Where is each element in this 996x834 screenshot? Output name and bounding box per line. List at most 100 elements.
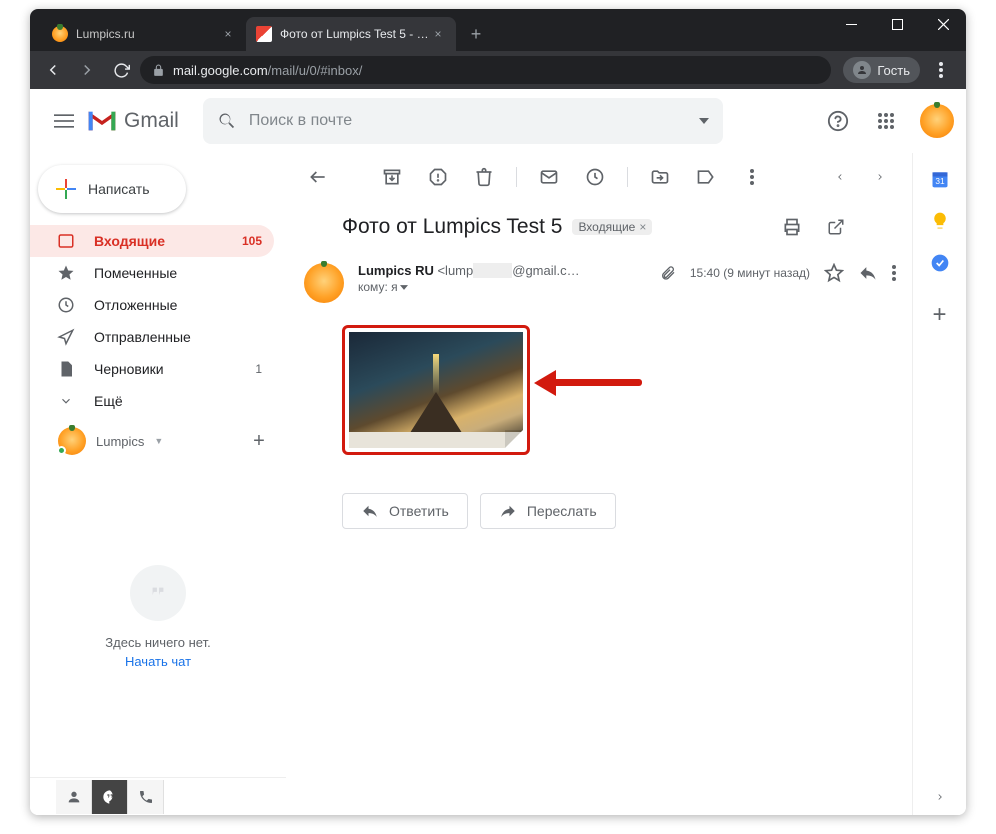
chevron-down-icon — [56, 394, 76, 408]
close-tab-icon[interactable]: × — [220, 27, 236, 41]
get-addons-button[interactable]: + — [932, 301, 946, 329]
message-toolbar — [286, 153, 912, 201]
address-bar[interactable]: mail.google.com/mail/u/0/#inbox/ — [140, 56, 831, 84]
browser-titlebar: Lumpics.ru × Фото от Lumpics Test 5 - lu… — [30, 9, 966, 51]
star-icon — [56, 264, 76, 282]
chevron-down-icon — [400, 285, 408, 290]
close-tab-icon[interactable]: × — [430, 27, 446, 41]
hangouts-avatar — [58, 427, 86, 455]
new-window-button[interactable] — [816, 207, 856, 247]
account-avatar[interactable] — [920, 104, 954, 138]
sidebar-item-inbox[interactable]: Входящие 105 — [30, 225, 274, 257]
gmail-logo[interactable]: Gmail — [86, 109, 203, 133]
recipient-row[interactable]: кому: я — [358, 280, 646, 294]
tasks-addon-icon[interactable] — [930, 253, 950, 273]
print-button[interactable] — [772, 207, 812, 247]
mark-unread-button[interactable] — [529, 157, 569, 197]
more-actions-button[interactable] — [732, 157, 772, 197]
sender-avatar — [304, 263, 344, 303]
browser-menu-button[interactable] — [924, 62, 958, 78]
support-button[interactable] — [818, 101, 858, 141]
sidebar-item-snoozed[interactable]: Отложенные — [30, 289, 274, 321]
inbox-icon — [56, 232, 76, 250]
reply-action-button[interactable]: Ответить — [342, 493, 468, 529]
archive-button[interactable] — [372, 157, 412, 197]
snooze-button[interactable] — [575, 157, 615, 197]
search-input[interactable]: Поиск в почте — [203, 98, 723, 144]
calls-tab[interactable] — [128, 780, 164, 814]
nav-reload-button[interactable] — [106, 55, 136, 85]
sidebar-item-starred[interactable]: Помеченные — [30, 257, 274, 289]
message-pane: Фото от Lumpics Test 5 Входящие× Lumpics… — [286, 153, 912, 815]
annotation-arrow — [552, 379, 642, 386]
move-to-button[interactable] — [640, 157, 680, 197]
forward-action-button[interactable]: Переслать — [480, 493, 616, 529]
browser-tab-2[interactable]: Фото от Lumpics Test 5 - lumpfir × — [246, 17, 456, 51]
labels-button[interactable] — [686, 157, 726, 197]
sidebar-item-more[interactable]: Ещё — [30, 385, 274, 417]
search-icon — [217, 111, 237, 131]
window-maximize-button[interactable] — [874, 9, 920, 39]
attachment-icon — [660, 265, 676, 281]
url-text: mail.google.com/mail/u/0/#inbox/ — [173, 63, 362, 78]
compose-button[interactable]: Написать — [38, 165, 186, 213]
attachment-thumbnail — [349, 332, 523, 448]
hangouts-tab[interactable] — [92, 780, 128, 814]
send-icon — [56, 328, 76, 346]
sender-name: Lumpics RU — [358, 263, 434, 278]
message-subject: Фото от Lumpics Test 5 — [342, 215, 562, 239]
remove-label-icon[interactable]: × — [639, 220, 646, 234]
sidebar-item-drafts[interactable]: Черновики 1 — [30, 353, 274, 385]
contacts-tab[interactable] — [56, 780, 92, 814]
reply-button[interactable] — [858, 263, 878, 283]
browser-toolbar: mail.google.com/mail/u/0/#inbox/ Гость — [30, 51, 966, 89]
apps-button[interactable] — [866, 101, 906, 141]
star-button[interactable] — [824, 263, 844, 283]
new-tab-button[interactable]: + — [462, 20, 490, 48]
nav-forward-button[interactable] — [72, 55, 102, 85]
tab-title: Lumpics.ru — [76, 27, 220, 41]
favicon-gmail — [256, 26, 272, 42]
keep-addon-icon[interactable] — [930, 211, 950, 231]
svg-text:31: 31 — [935, 176, 945, 186]
hangouts-profile[interactable]: Lumpics ▼ + — [30, 427, 286, 455]
search-placeholder: Поиск в почте — [249, 112, 352, 130]
side-panel: 31 + — [912, 153, 966, 815]
window-minimize-button[interactable] — [828, 9, 874, 39]
back-button[interactable] — [298, 157, 338, 197]
compose-plus-icon — [56, 179, 76, 199]
hangouts-tabs — [30, 777, 286, 815]
window-close-button[interactable] — [920, 9, 966, 39]
label-chip[interactable]: Входящие× — [572, 219, 652, 235]
spam-button[interactable] — [418, 157, 458, 197]
hangouts-new-button[interactable]: + — [244, 430, 274, 453]
file-icon — [56, 360, 76, 378]
clock-icon — [56, 296, 76, 314]
image-attachment[interactable] — [342, 325, 530, 455]
tab-title: Фото от Lumpics Test 5 - lumpfir — [280, 27, 430, 41]
lock-icon — [152, 64, 165, 77]
prev-message-button[interactable] — [820, 157, 860, 197]
browser-tab-1[interactable]: Lumpics.ru × — [36, 17, 246, 51]
delete-button[interactable] — [464, 157, 504, 197]
message-time: 15:40 (9 минут назад) — [690, 266, 810, 280]
main-menu-button[interactable] — [42, 111, 86, 131]
sidebar: Написать Входящие 105 Помеченные Отложен… — [30, 153, 286, 815]
nav-back-button[interactable] — [38, 55, 68, 85]
gmail-logo-icon — [86, 109, 118, 133]
calendar-addon-icon[interactable]: 31 — [930, 169, 950, 189]
gmail-header: Gmail Поиск в почте — [30, 89, 966, 153]
message-more-button[interactable] — [892, 265, 896, 281]
favicon-lumpics — [52, 26, 68, 42]
sidebar-item-sent[interactable]: Отправленные — [30, 321, 274, 353]
profile-button[interactable]: Гость — [843, 57, 920, 83]
start-chat-link[interactable]: Начать чат — [30, 654, 286, 669]
reply-icon — [361, 502, 379, 520]
sender-email: <lumpxxxxxx@gmail.c… — [437, 263, 579, 278]
quote-icon — [130, 565, 186, 621]
collapse-sidepanel-button[interactable] — [935, 789, 945, 805]
next-message-button[interactable] — [860, 157, 900, 197]
guest-avatar-icon — [853, 61, 871, 79]
search-options-icon[interactable] — [699, 118, 709, 124]
chevron-down-icon: ▼ — [154, 436, 163, 446]
